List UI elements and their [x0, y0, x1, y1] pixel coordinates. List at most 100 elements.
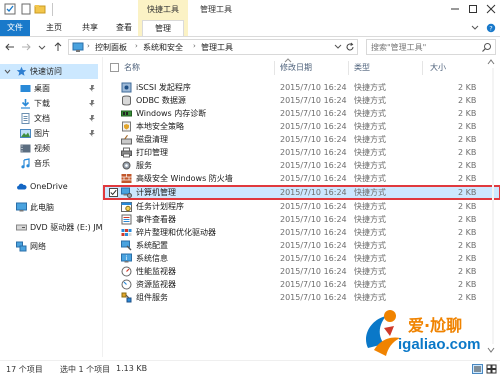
chevron-down-icon[interactable] [4, 68, 11, 75]
pin-icon[interactable] [88, 84, 96, 92]
list-item[interactable]: ODBC 数据源 2015/7/10 16:24 快捷方式 2 KB [104, 94, 500, 107]
pin-icon[interactable] [88, 129, 96, 137]
new-folder-icon[interactable] [34, 3, 46, 15]
search-icon[interactable] [481, 42, 492, 53]
sidebar-item-label: 此电脑 [30, 203, 54, 212]
list-item[interactable]: 组件服务 2015/7/10 16:24 快捷方式 2 KB [104, 291, 500, 304]
sidebar-item-pictures[interactable]: 图片 [20, 126, 100, 141]
list-item[interactable]: i 系统信息 2015/7/10 16:24 快捷方式 2 KB [104, 252, 500, 265]
sidebar-item-onedrive[interactable]: OneDrive [16, 179, 100, 194]
sidebar-item-videos[interactable]: 视频 [20, 141, 100, 156]
properties-icon[interactable] [4, 3, 16, 15]
resource-monitor-icon [121, 279, 132, 290]
item-modified: 2015/7/10 16:24 [280, 293, 347, 302]
tab-view[interactable]: 查看 [110, 20, 138, 36]
column-divider[interactable] [274, 61, 275, 75]
item-type: 快捷方式 [354, 241, 386, 250]
large-icons-view-icon[interactable] [486, 364, 497, 374]
item-modified: 2015/7/10 16:24 [280, 96, 347, 105]
tab-home[interactable]: 主页 [40, 20, 68, 36]
item-count: 17 个项目 [6, 365, 43, 374]
item-size: 2 KB [458, 215, 477, 224]
list-item[interactable]: 系统配置 2015/7/10 16:24 快捷方式 2 KB [104, 239, 500, 252]
breadcrumb-control-panel[interactable]: 控制面板 [95, 42, 127, 53]
sidebar-item-network[interactable]: 网络 [16, 239, 100, 254]
item-name: 计算机管理 [136, 188, 176, 197]
list-item[interactable]: Windows 内存诊断 2015/7/10 16:24 快捷方式 2 KB [104, 107, 500, 120]
item-name: 资源监视器 [136, 280, 176, 289]
item-modified: 2015/7/10 16:24 [280, 241, 347, 250]
search-input[interactable]: 搜索"管理工具" [366, 39, 496, 55]
item-name: Windows 内存诊断 [136, 109, 207, 118]
list-item[interactable]: 高级安全 Windows 防火墙 2015/7/10 16:24 快捷方式 2 … [104, 172, 500, 185]
list-item[interactable]: 打印管理 2015/7/10 16:24 快捷方式 2 KB [104, 146, 500, 159]
recent-locations-icon[interactable] [36, 41, 48, 53]
sidebar-item-documents[interactable]: 文档 [20, 111, 100, 126]
column-header-type[interactable]: 类型 [354, 57, 424, 79]
system-config-icon [121, 240, 132, 251]
details-view-icon[interactable] [472, 364, 483, 374]
refresh-icon[interactable] [345, 42, 355, 52]
list-item[interactable]: 性能监视器 2015/7/10 16:24 快捷方式 2 KB [104, 265, 500, 278]
breadcrumb-separator[interactable]: › [87, 42, 90, 50]
item-name: 本地安全策略 [136, 122, 184, 131]
column-header-name[interactable]: 名称 [124, 57, 274, 79]
breadcrumb-admin-tools[interactable]: 管理工具 [201, 42, 233, 53]
list-item[interactable]: 碎片整理和优化驱动器 2015/7/10 16:24 快捷方式 2 KB [104, 226, 500, 239]
dvd-icon [16, 224, 27, 231]
tab-manage[interactable]: 管理 [142, 20, 184, 36]
item-modified: 2015/7/10 16:24 [280, 109, 347, 118]
minimize-icon[interactable] [448, 2, 462, 16]
select-all-checkbox[interactable] [110, 63, 119, 72]
list-item-selected[interactable]: 计算机管理 2015/7/10 16:24 快捷方式 2 KB [103, 185, 500, 200]
list-item[interactable]: 服务 2015/7/10 16:24 快捷方式 2 KB [104, 159, 500, 172]
selection-size: 1.13 KB [116, 364, 148, 373]
list-item[interactable]: 磁盘清理 2015/7/10 16:24 快捷方式 2 KB [104, 133, 500, 146]
sidebar-item-desktop[interactable]: 桌面 [20, 81, 100, 96]
list-item[interactable]: 任务计划程序 2015/7/10 16:24 快捷方式 2 KB [104, 200, 500, 213]
pane-divider[interactable] [102, 57, 103, 357]
scroll-up-icon[interactable] [486, 58, 496, 66]
item-size: 2 KB [458, 174, 477, 183]
item-type: 快捷方式 [354, 293, 386, 302]
column-header-modified[interactable]: 修改日期 [280, 57, 350, 79]
list-item[interactable]: 资源监视器 2015/7/10 16:24 快捷方式 2 KB [104, 278, 500, 291]
services-gear-icon [122, 161, 131, 170]
column-divider[interactable] [348, 61, 349, 75]
sidebar-item-quick-access[interactable]: 快速访问 [16, 64, 100, 79]
forward-arrow-icon[interactable] [20, 41, 32, 53]
column-header-size[interactable]: 大小 [430, 57, 470, 79]
address-bar[interactable]: › 控制面板 › 系统和安全 › 管理工具 [68, 39, 358, 55]
up-arrow-icon[interactable] [52, 41, 64, 53]
list-item[interactable]: iSCSI 发起程序 2015/7/10 16:24 快捷方式 2 KB [104, 81, 500, 94]
list-item[interactable]: 本地安全策略 2015/7/10 16:24 快捷方式 2 KB [104, 120, 500, 133]
sidebar-item-downloads[interactable]: 下载 [20, 96, 100, 111]
pin-icon[interactable] [88, 114, 96, 122]
item-size: 2 KB [458, 254, 477, 263]
sidebar-item-label: 网络 [30, 242, 46, 251]
scrollbar-track[interactable] [492, 68, 494, 344]
breadcrumb-system-security[interactable]: 系统和安全 [143, 42, 183, 53]
breadcrumb-separator[interactable]: › [193, 42, 196, 50]
sidebar-item-this-pc[interactable]: 此电脑 [16, 200, 100, 215]
tab-file[interactable]: 文件 [0, 20, 30, 36]
close-icon[interactable] [484, 2, 498, 16]
tab-share[interactable]: 共享 [76, 20, 104, 36]
item-modified: 2015/7/10 16:24 [280, 148, 347, 157]
back-arrow-icon[interactable] [4, 41, 16, 53]
download-icon [21, 99, 30, 109]
item-checkbox[interactable] [109, 188, 118, 197]
search-placeholder: 搜索"管理工具" [371, 43, 427, 52]
pin-icon[interactable] [88, 99, 96, 107]
list-item[interactable]: 事件查看器 2015/7/10 16:24 快捷方式 2 KB [104, 213, 500, 226]
watermark-brand: 爱·尬聊 [408, 316, 463, 335]
column-divider[interactable] [422, 61, 423, 75]
maximize-icon[interactable] [466, 2, 480, 16]
help-icon[interactable]: ? [486, 23, 496, 33]
breadcrumb-separator[interactable]: › [135, 42, 138, 50]
sidebar-item-music[interactable]: 音乐 [20, 156, 100, 171]
chevron-down-icon[interactable] [470, 23, 480, 33]
new-document-icon[interactable] [20, 3, 32, 15]
chevron-down-icon[interactable] [333, 42, 343, 52]
sidebar-item-dvd-drive[interactable]: DVD 驱动器 (E:) JM [16, 220, 103, 235]
